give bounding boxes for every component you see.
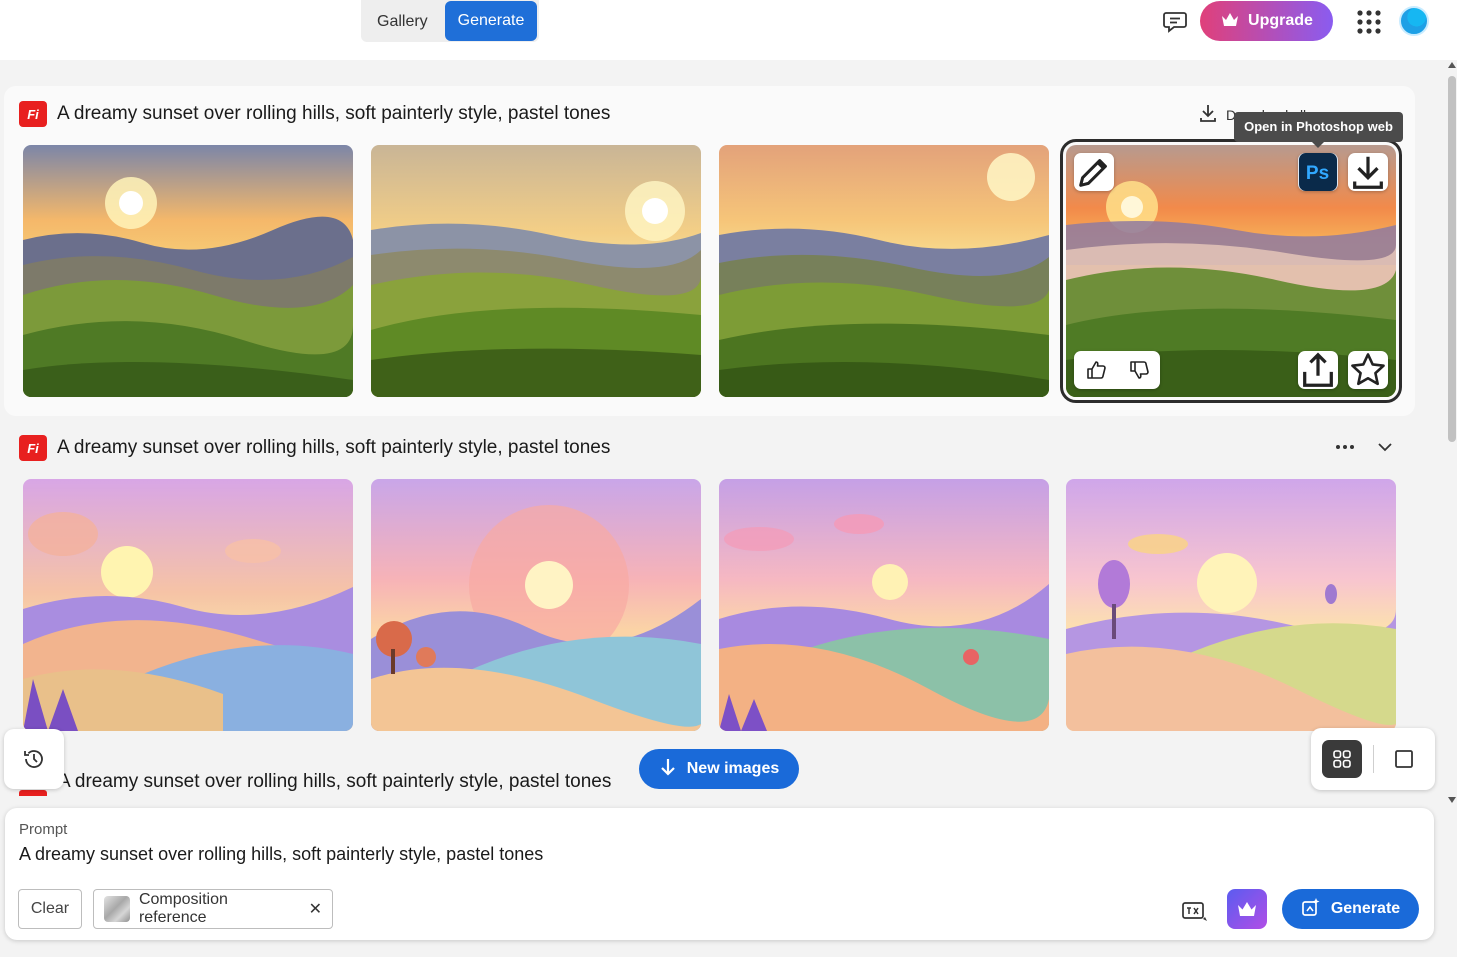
photoshop-web-icon[interactable]: Ps [1298,153,1338,191]
group-3-prompt: A dreamy sunset over rolling hills, soft… [58,771,612,792]
generated-image-1-2[interactable] [371,145,701,397]
more-options-icon[interactable] [1333,438,1357,456]
scrollbar[interactable] [1447,60,1457,805]
thumbs-up-icon[interactable] [1085,359,1107,381]
tab-generate[interactable]: Generate [445,1,537,41]
generate-sparkle-icon [1301,897,1321,922]
chevron-down-icon[interactable] [1376,438,1394,456]
group-3-header: A dreamy sunset over rolling hills, soft… [58,768,611,796]
prompt-label: Prompt [19,821,68,838]
new-images-button[interactable]: New images [639,749,799,789]
prompt-input[interactable] [19,844,1119,865]
scroll-up-arrow-icon[interactable] [1448,62,1456,68]
upgrade-button[interactable]: Upgrade [1200,1,1333,41]
firefly-logo-icon: Fi [19,435,47,461]
history-icon[interactable] [4,729,64,789]
top-bar: Gallery Generate Upgrade [0,0,1457,60]
favorite-star-icon[interactable] [1348,351,1388,389]
apps-grid-icon[interactable] [1356,9,1382,35]
crown-icon [1220,11,1240,32]
generated-image-2-2[interactable] [371,479,701,731]
generated-image-2-3[interactable] [719,479,1049,731]
clear-button[interactable]: Clear [18,889,82,929]
group-2-prompt: A dreamy sunset over rolling hills, soft… [57,437,611,458]
arrow-down-icon [659,757,677,782]
generated-image-2-1[interactable] [23,479,353,731]
composition-reference-label: Composition reference [138,891,228,926]
svg-text:Ps: Ps [1306,163,1329,184]
firefly-logo-icon [19,790,47,796]
rating-pill [1074,351,1160,389]
group-1-header: Fi A dreamy sunset over rolling hills, s… [19,100,610,128]
generated-image-1-4[interactable]: Ps [1060,139,1402,403]
single-view-icon[interactable] [1384,740,1424,778]
close-icon[interactable]: ✕ [309,899,322,919]
composition-reference-thumbnail [104,896,130,922]
scroll-down-arrow-icon[interactable] [1448,797,1456,803]
download-icon[interactable] [1348,153,1388,191]
upgrade-label: Upgrade [1248,12,1313,29]
avatar[interactable] [1399,6,1429,36]
feedback-icon[interactable] [1162,10,1188,34]
generate-button[interactable]: Generate [1282,889,1419,929]
thumbs-down-icon[interactable] [1128,359,1150,381]
share-icon[interactable] [1298,351,1338,389]
download-icon [1198,103,1218,126]
composition-reference-chip[interactable]: Composition reference ✕ [93,889,333,929]
scroll-thumb[interactable] [1448,76,1456,442]
view-toggle [1311,728,1435,790]
aspect-ratio-icon[interactable] [1181,899,1209,923]
generate-label: Generate [1330,900,1401,917]
generated-image-2-4[interactable] [1066,479,1396,731]
divider [1373,745,1374,773]
generated-image-1-3[interactable] [719,145,1049,397]
mode-tabs: Gallery Generate [361,0,539,42]
edit-pencil-icon[interactable] [1074,153,1114,191]
premium-crown-icon[interactable] [1227,889,1267,929]
tab-gallery[interactable]: Gallery [369,4,436,40]
new-images-label: New images [686,760,780,777]
grid-view-icon[interactable] [1322,740,1362,778]
photoshop-tooltip: Open in Photoshop web [1234,112,1403,148]
group-1-prompt: A dreamy sunset over rolling hills, soft… [57,103,611,124]
prompt-panel: Prompt Clear Composition reference ✕ Gen… [5,808,1434,940]
generated-image-1-1[interactable] [23,145,353,397]
group-2-header: Fi A dreamy sunset over rolling hills, s… [19,434,610,462]
firefly-logo-icon: Fi [19,101,47,127]
